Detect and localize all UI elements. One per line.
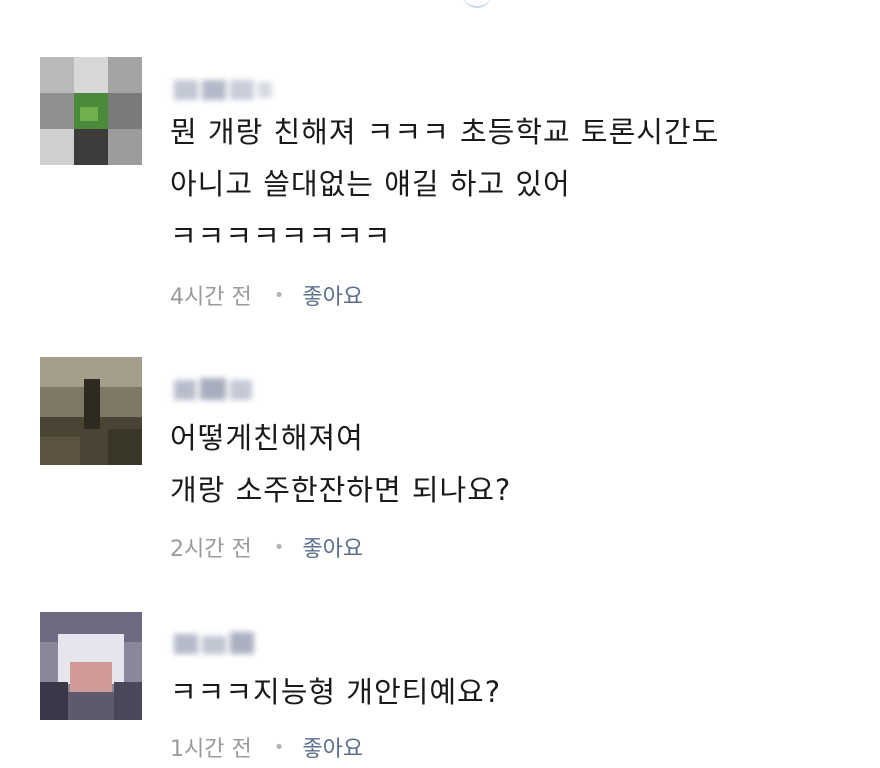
like-button[interactable]: 좋아요 bbox=[302, 731, 363, 763]
comment-meta: 4시간 전 • 좋아요 bbox=[170, 279, 363, 311]
username-blurred[interactable] bbox=[170, 626, 280, 662]
comment-text: ㅋㅋㅋ지능형 개안티예요? bbox=[170, 675, 502, 709]
avatar[interactable] bbox=[40, 57, 142, 165]
avatar[interactable] bbox=[40, 357, 142, 465]
username-blurred[interactable] bbox=[170, 372, 280, 408]
comment-time: 2시간 전 bbox=[170, 537, 252, 562]
comment-time: 4시간 전 bbox=[170, 285, 252, 310]
separator-dot: • bbox=[273, 284, 285, 306]
separator-dot: • bbox=[273, 536, 285, 558]
comment-meta: 1시간 전 • 좋아요 bbox=[170, 731, 363, 763]
avatar[interactable] bbox=[40, 612, 142, 720]
comment-meta: 2시간 전 • 좋아요 bbox=[170, 531, 363, 563]
separator-dot: • bbox=[273, 736, 285, 758]
comment-list: 뭔 개랑 친해져 ㅋㅋㅋ 초등학교 토론시간도 아니고 쓸대없는 얘길 하고 있… bbox=[0, 0, 880, 768]
loading-indicator bbox=[462, 0, 492, 8]
like-button[interactable]: 좋아요 bbox=[302, 531, 363, 563]
username-blurred[interactable] bbox=[170, 72, 280, 108]
comment-text: 뭔 개랑 친해져 ㅋㅋㅋ 초등학교 토론시간도 아니고 쓸대없는 얘길 하고 있… bbox=[170, 115, 720, 253]
comment-text: 어떻게친해져여 개랑 소주한잔하면 되나요? bbox=[170, 421, 512, 507]
like-button[interactable]: 좋아요 bbox=[302, 279, 363, 311]
comment-time: 1시간 전 bbox=[170, 737, 252, 762]
